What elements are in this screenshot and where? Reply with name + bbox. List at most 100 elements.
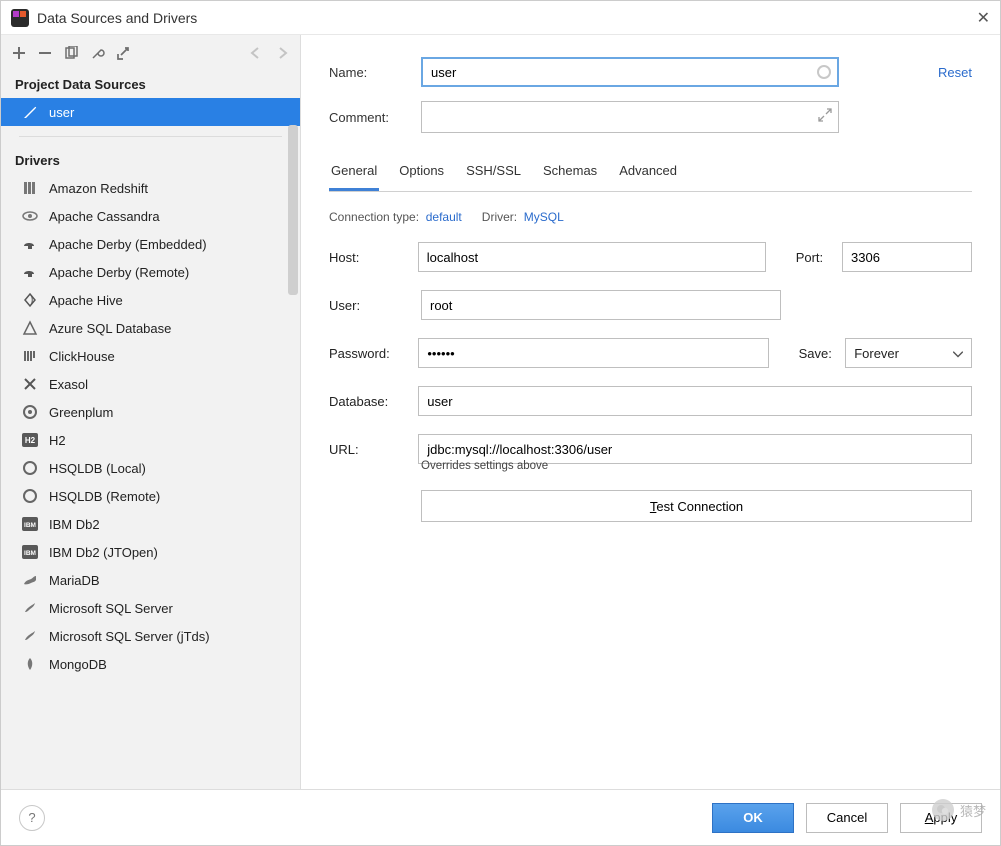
dialog-footer: ? OK Cancel Apply xyxy=(1,789,1000,845)
driver-item-label: IBM Db2 (JTOpen) xyxy=(49,545,158,560)
driver-item-label: Apache Derby (Embedded) xyxy=(49,237,207,252)
driver-link[interactable]: MySQL xyxy=(524,210,564,224)
driver-item[interactable]: Apache Derby (Remote) xyxy=(1,258,300,286)
test-connection-button[interactable]: Test Connection xyxy=(421,490,972,522)
url-label: URL: xyxy=(329,442,418,457)
mssql-icon xyxy=(21,627,39,645)
driver-item-label: Apache Derby (Remote) xyxy=(49,265,189,280)
comment-input[interactable] xyxy=(421,101,839,133)
ok-button[interactable]: OK xyxy=(712,803,794,833)
user-label: User: xyxy=(329,298,421,313)
connection-info-line: Connection type: default Driver: MySQL xyxy=(329,210,972,224)
mongo-icon xyxy=(21,655,39,673)
tab-bar: General Options SSH/SSL Schemas Advanced xyxy=(329,157,972,192)
driver-item[interactable]: Apache Hive xyxy=(1,286,300,314)
driver-label: Driver: xyxy=(482,210,517,224)
driver-item-label: ClickHouse xyxy=(49,349,115,364)
driver-item-label: Microsoft SQL Server (jTds) xyxy=(49,629,210,644)
tab-sshssl[interactable]: SSH/SSL xyxy=(464,157,523,191)
driver-item[interactable]: Microsoft SQL Server (jTds) xyxy=(1,622,300,650)
back-arrow-icon[interactable] xyxy=(248,45,264,61)
data-source-label: user xyxy=(49,105,74,120)
driver-item[interactable]: HSQLDB (Remote) xyxy=(1,482,300,510)
cancel-button[interactable]: Cancel xyxy=(806,803,888,833)
drivers-header: Drivers xyxy=(1,147,300,174)
connection-type-link[interactable]: default xyxy=(426,210,462,224)
remove-icon[interactable] xyxy=(37,45,53,61)
h2-icon: H2 xyxy=(21,431,39,449)
connection-type-label: Connection type: xyxy=(329,210,419,224)
comment-label: Comment: xyxy=(329,110,421,125)
driver-item[interactable]: MongoDB xyxy=(1,650,300,678)
svg-text:H2: H2 xyxy=(25,436,36,445)
project-data-sources-header: Project Data Sources xyxy=(1,71,300,98)
add-icon[interactable] xyxy=(11,45,27,61)
driver-item[interactable]: H2H2 xyxy=(1,426,300,454)
port-label: Port: xyxy=(796,250,842,265)
driver-item-label: Azure SQL Database xyxy=(49,321,171,336)
user-input[interactable] xyxy=(421,290,781,320)
driver-item-label: MariaDB xyxy=(49,573,100,588)
driver-item[interactable]: Apache Derby (Embedded) xyxy=(1,230,300,258)
driver-item-label: MongoDB xyxy=(49,657,107,672)
green-icon xyxy=(21,403,39,421)
driver-item[interactable]: HSQLDB (Local) xyxy=(1,454,300,482)
sidebar-toolbar xyxy=(1,35,300,71)
driver-item[interactable]: Greenplum xyxy=(1,398,300,426)
tab-schemas[interactable]: Schemas xyxy=(541,157,599,191)
sidebar-separator xyxy=(19,136,282,137)
driver-item[interactable]: ClickHouse xyxy=(1,342,300,370)
progress-spinner-icon xyxy=(817,65,831,79)
data-source-item-user[interactable]: user xyxy=(1,98,300,126)
driver-item[interactable]: IBMIBM Db2 xyxy=(1,510,300,538)
password-label: Password: xyxy=(329,346,418,361)
tab-general[interactable]: General xyxy=(329,157,379,191)
svg-text:IBM: IBM xyxy=(24,522,36,529)
sidebar-list: user Drivers Amazon Redshift Apache Cassa… xyxy=(1,98,300,789)
scrollbar[interactable] xyxy=(287,125,299,585)
password-input[interactable] xyxy=(418,338,768,368)
save-select-value: Forever xyxy=(854,346,899,361)
wrench-icon[interactable] xyxy=(89,45,105,61)
reset-link[interactable]: Reset xyxy=(938,65,972,80)
chevron-down-icon xyxy=(953,346,963,361)
feather-icon xyxy=(21,103,39,121)
svg-text:IBM: IBM xyxy=(24,550,36,557)
driver-item[interactable]: IBM IBM Db2 (JTOpen) xyxy=(1,538,300,566)
copy-icon[interactable] xyxy=(63,45,79,61)
help-icon[interactable]: ? xyxy=(19,805,45,831)
apply-button[interactable]: Apply xyxy=(900,803,982,833)
eye-icon xyxy=(21,207,39,225)
save-select[interactable]: Forever xyxy=(845,338,972,368)
import-icon[interactable] xyxy=(115,45,131,61)
x-icon xyxy=(21,375,39,393)
circle-icon xyxy=(21,459,39,477)
driver-item[interactable]: Amazon Redshift xyxy=(1,174,300,202)
driver-item-label: HSQLDB (Local) xyxy=(49,461,146,476)
driver-item[interactable]: MariaDB xyxy=(1,566,300,594)
driver-item[interactable]: Microsoft SQL Server xyxy=(1,594,300,622)
name-input[interactable] xyxy=(421,57,839,87)
close-icon[interactable]: ✕ xyxy=(960,8,990,28)
tab-options[interactable]: Options xyxy=(397,157,446,191)
derby-icon xyxy=(21,263,39,281)
database-input[interactable] xyxy=(418,386,972,416)
driver-item[interactable]: Exasol xyxy=(1,370,300,398)
database-label: Database: xyxy=(329,394,418,409)
host-label: Host: xyxy=(329,250,418,265)
host-input[interactable] xyxy=(418,242,766,272)
name-label: Name: xyxy=(329,65,421,80)
tab-advanced[interactable]: Advanced xyxy=(617,157,679,191)
expand-icon[interactable] xyxy=(818,108,832,122)
redshift-icon xyxy=(21,179,39,197)
driver-item[interactable]: Azure SQL Database xyxy=(1,314,300,342)
sidebar: Project Data Sources user Drivers Amazon… xyxy=(1,35,301,789)
port-input[interactable] xyxy=(842,242,972,272)
driver-item-label: Apache Hive xyxy=(49,293,123,308)
driver-item-label: Apache Cassandra xyxy=(49,209,160,224)
clickhouse-icon xyxy=(21,347,39,365)
driver-item[interactable]: Apache Cassandra xyxy=(1,202,300,230)
window-titlebar: Data Sources and Drivers ✕ xyxy=(1,1,1000,35)
url-hint: Overrides settings above xyxy=(421,460,972,472)
forward-arrow-icon[interactable] xyxy=(274,45,290,61)
